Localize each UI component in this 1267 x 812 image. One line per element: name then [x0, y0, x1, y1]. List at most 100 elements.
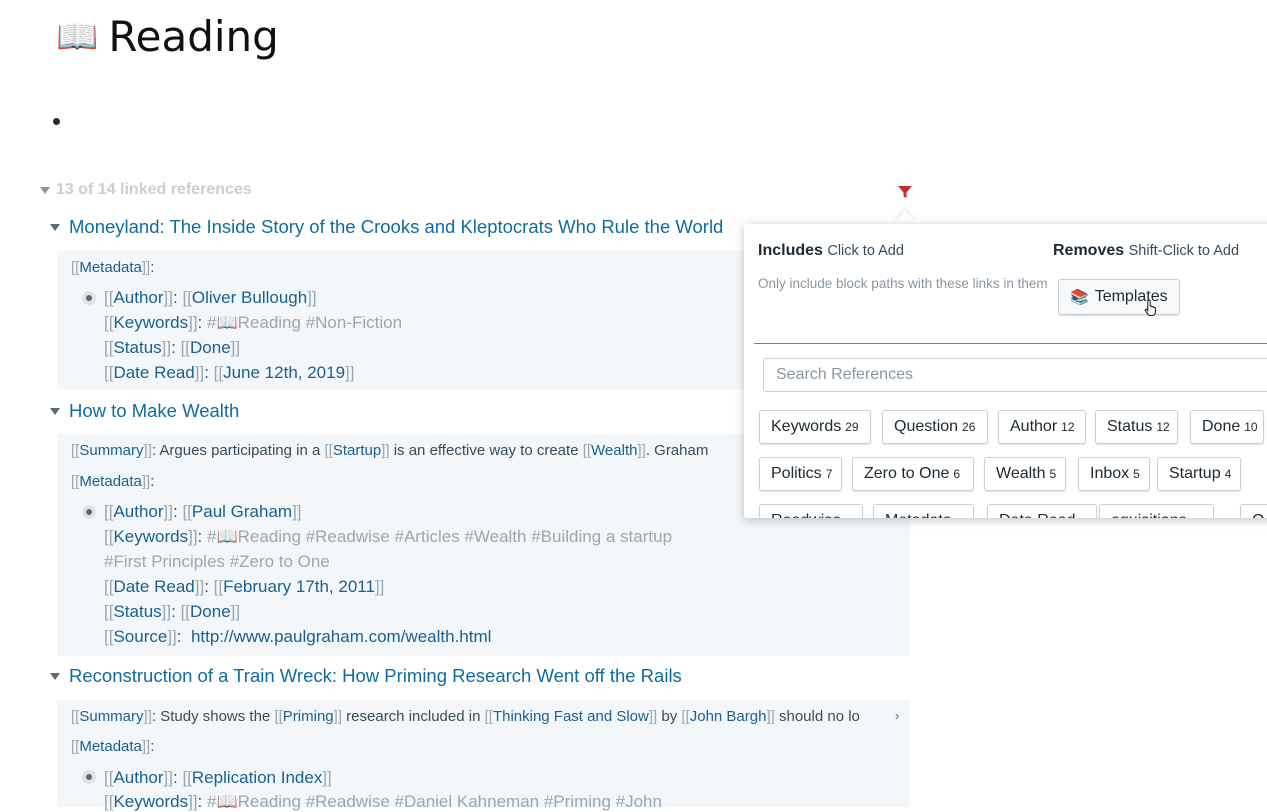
filter-popover: Includes Click to Add Only include block…: [744, 224, 1267, 518]
keywords-tags[interactable]: Reading #Readwise #Articles #Wealth #Bui…: [238, 527, 672, 546]
reference-chip[interactable]: Keywords 29: [759, 410, 871, 444]
reference-chip[interactable]: Status 12: [1095, 410, 1178, 444]
block-bullet[interactable]: [82, 291, 96, 305]
metadata-line: [[Metadata]]:: [71, 259, 155, 276]
keywords-line: [[Keywords]]: #📖Reading #Readwise #Artic…: [104, 527, 673, 546]
includes-hint: Click to Add: [827, 243, 904, 259]
reference-chip[interactable]: Startup 4: [1157, 457, 1241, 491]
reference-chip-label: Metadata: [885, 512, 952, 518]
keywords-attr-link[interactable]: Keywords: [113, 792, 188, 811]
filter-icon[interactable]: [896, 183, 914, 201]
reference-card-train-wreck: [[Summary]]: Study shows the [[Priming]]…: [57, 700, 910, 811]
status-attr-link[interactable]: Status: [113, 602, 161, 621]
metadata-link[interactable]: Metadata: [79, 738, 142, 755]
reference-chip[interactable]: equisitions: [1099, 504, 1214, 518]
open-book-icon: 📖: [216, 527, 238, 546]
reference-chip[interactable]: Metadata: [873, 504, 974, 518]
reference-chip[interactable]: Politics 7: [759, 457, 842, 491]
reference-chip-count: 7: [825, 467, 833, 481]
status-attr-link[interactable]: Status: [113, 338, 161, 357]
reference-chip[interactable]: Question 26: [882, 410, 988, 444]
reference-chip-count: 12: [1156, 420, 1170, 434]
date-read-attr-link[interactable]: Date Read: [113, 363, 194, 382]
author-value-link[interactable]: Oliver Bullough: [192, 288, 307, 307]
reference-chip-label: equisitions: [1111, 512, 1187, 518]
keywords-attr-link[interactable]: Keywords: [113, 527, 188, 546]
hand-cursor-icon: [1144, 299, 1156, 317]
date-read-attr-link[interactable]: Date Read: [113, 577, 194, 596]
empty-block-bullet[interactable]: [53, 118, 60, 125]
author-attr-link[interactable]: Author: [113, 288, 163, 307]
reference-chip-label: Zero to One: [864, 465, 950, 482]
thinking-fast-and-slow-link[interactable]: Thinking Fast and Slow: [493, 708, 649, 725]
author-value-link[interactable]: Paul Graham: [192, 502, 292, 521]
date-read-value-link[interactable]: February 17th, 2011: [223, 577, 375, 596]
collapse-caret-icon[interactable]: [40, 186, 50, 194]
reference-chip[interactable]: Author 12: [998, 410, 1086, 444]
linked-references-count: 13 of 14 linked references: [56, 181, 252, 198]
author-value-link[interactable]: Replication Index: [192, 768, 322, 787]
summary-attr-link[interactable]: Summary: [79, 708, 143, 725]
block-bullet[interactable]: [82, 505, 96, 519]
summary-line: [[Summary]]: Argues participating in a […: [71, 442, 709, 459]
startup-link[interactable]: Startup: [333, 442, 381, 459]
page-title-text[interactable]: Reading: [108, 12, 278, 61]
reference-title-moneyland[interactable]: Moneyland: The Inside Story of the Crook…: [50, 216, 723, 238]
collapse-caret-icon[interactable]: [50, 672, 60, 680]
reference-title-text[interactable]: Reconstruction of a Train Wreck: How Pri…: [69, 665, 682, 687]
wealth-link[interactable]: Wealth: [591, 442, 637, 459]
reference-chip[interactable]: Zero to One 6: [852, 457, 974, 491]
date-read-value-link[interactable]: June 12th, 2019: [223, 363, 345, 382]
summary-text: by: [657, 708, 682, 725]
reference-chip[interactable]: Readwise: [759, 504, 863, 518]
collapse-caret-icon[interactable]: [50, 407, 60, 415]
metadata-link[interactable]: Metadata: [79, 473, 142, 490]
open-book-icon: 📖: [216, 792, 238, 811]
reference-chip[interactable]: Inbox 5: [1078, 457, 1150, 491]
reference-title-train-wreck[interactable]: Reconstruction of a Train Wreck: How Pri…: [50, 665, 682, 687]
keywords-tags[interactable]: Reading #Readwise #Daniel Kahneman #Prim…: [238, 792, 662, 811]
source-attr-link[interactable]: Source: [113, 627, 167, 646]
chevron-right-icon[interactable]: ›: [895, 708, 899, 723]
john-bargh-link[interactable]: John Bargh: [690, 708, 767, 725]
author-line: [[Author]]: [[Paul Graham]]: [104, 502, 302, 521]
keywords-tags[interactable]: Reading #Non-Fiction: [238, 313, 402, 332]
date-read-line: [[Date Read]]: [[February 17th, 2011]]: [104, 577, 385, 596]
keywords-attr-link[interactable]: Keywords: [113, 313, 188, 332]
collapse-caret-icon[interactable]: [50, 223, 60, 231]
keywords-line: [[Keywords]]: #📖Reading #Readwise #Danie…: [104, 792, 662, 811]
keywords-tags[interactable]: #First Principles #Zero to One: [104, 552, 330, 571]
reference-title-text[interactable]: How to Make Wealth: [69, 400, 239, 422]
status-value-link[interactable]: Done: [190, 338, 231, 357]
author-attr-link[interactable]: Author: [113, 502, 163, 521]
reference-chip-count: 5: [1133, 467, 1140, 481]
author-attr-link[interactable]: Author: [113, 768, 163, 787]
block-bullet[interactable]: [82, 770, 96, 784]
reference-chip[interactable]: Done 10: [1190, 410, 1264, 444]
reference-chip-count: 5: [1049, 467, 1057, 481]
metadata-line: [[Metadata]]:: [71, 473, 155, 490]
priming-link[interactable]: Priming: [283, 708, 334, 725]
author-line: [[Author]]: [[Oliver Bullough]]: [104, 288, 317, 307]
summary-text: : Study shows the: [151, 708, 275, 725]
reference-chip[interactable]: Date Read: [987, 504, 1097, 518]
status-line: [[Status]]: [[Done]]: [104, 338, 241, 357]
metadata-link[interactable]: Metadata: [79, 259, 142, 276]
reference-chip-label: Readwise: [771, 512, 841, 518]
reference-title-text[interactable]: Moneyland: The Inside Story of the Crook…: [69, 216, 723, 238]
linked-references-header[interactable]: 13 of 14 linked references: [40, 181, 252, 199]
keywords-line-continued: #First Principles #Zero to One: [104, 552, 330, 572]
reference-chip[interactable]: Wealth 5: [984, 457, 1066, 491]
source-url-link[interactable]: http://www.paulgraham.com/wealth.html: [191, 627, 491, 646]
reference-chip-label: Wealth: [996, 465, 1046, 482]
reference-chip[interactable]: Q: [1240, 504, 1267, 518]
removed-filter-templates-button[interactable]: 📚 Templates: [1058, 279, 1180, 315]
summary-attr-link[interactable]: Summary: [79, 442, 143, 459]
reference-title-how-to-make-wealth[interactable]: How to Make Wealth: [50, 400, 239, 422]
reference-chip-label: Date Read: [999, 512, 1076, 518]
reference-chip-label: Status: [1107, 418, 1153, 435]
summary-text: : Argues participating in a: [151, 442, 325, 459]
search-references-input[interactable]: Search References: [763, 358, 1267, 392]
status-value-link[interactable]: Done: [190, 602, 231, 621]
metadata-line: [[Metadata]]:: [71, 738, 155, 755]
